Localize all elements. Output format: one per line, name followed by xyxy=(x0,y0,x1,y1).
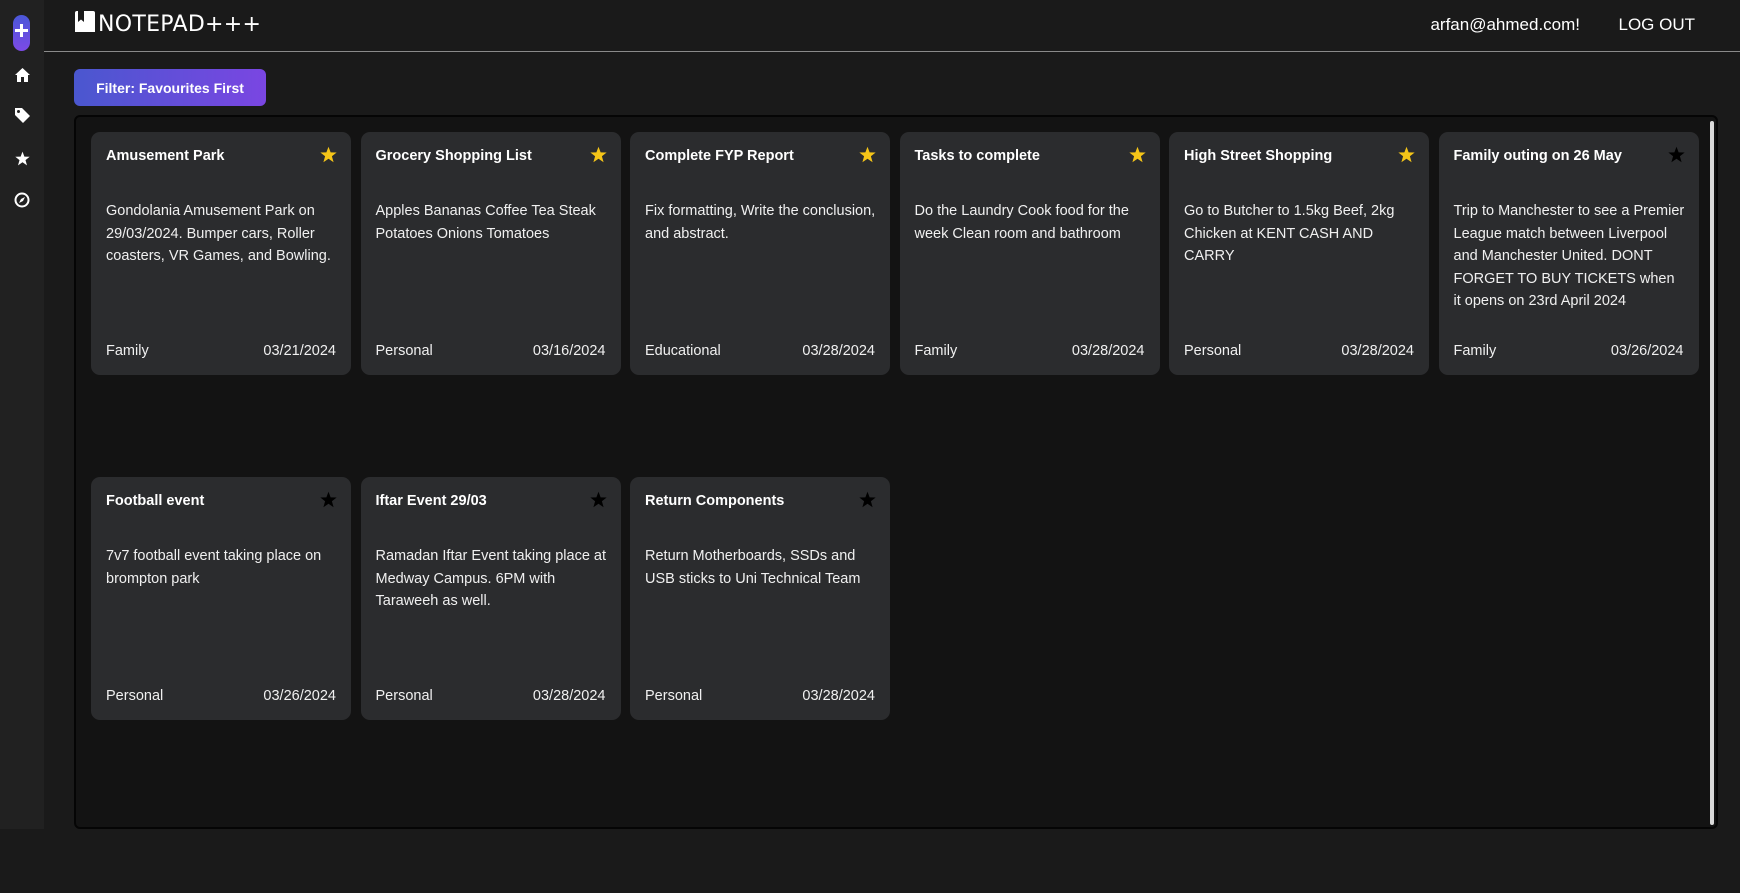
note-body: Fix formatting, Write the conclusion, an… xyxy=(645,203,876,242)
note-category: Educational xyxy=(645,343,721,359)
note-date: 03/21/2024 xyxy=(263,343,336,359)
home-icon[interactable] xyxy=(11,64,33,86)
notebook-icon xyxy=(74,10,96,39)
favourite-star-icon[interactable] xyxy=(859,491,876,508)
note-title: Iftar Event 29/03 xyxy=(375,493,487,509)
note-card[interactable]: High Street Shopping Go to Butcher to 1.5… xyxy=(1169,132,1429,375)
add-note-button[interactable] xyxy=(13,15,30,51)
note-title: Tasks to complete xyxy=(914,148,1040,164)
favourite-star-icon[interactable] xyxy=(1128,146,1146,163)
note-date: 03/28/2024 xyxy=(532,688,606,704)
note-category: Personal xyxy=(645,688,703,704)
note-title: Family outing on 26 May xyxy=(1453,148,1622,164)
notes-board: Amusement Park Gondolania Amusement Park … xyxy=(74,115,1718,829)
note-card[interactable]: Return Components Return Motherboards, SS… xyxy=(630,477,890,720)
note-category: Family xyxy=(914,343,958,359)
note-body: Apples Bananas Coffee Tea Steak Potatoes… xyxy=(375,203,596,242)
filter-button[interactable]: Filter: Favourites First xyxy=(74,69,266,106)
note-body: Go to Butcher to 1.5kg Beef, 2kg Chicken… xyxy=(1184,203,1395,264)
note-category: Personal xyxy=(106,688,164,704)
note-title: Football event xyxy=(106,493,205,509)
logout-button[interactable]: LOG OUT xyxy=(1618,15,1695,35)
note-date: 03/28/2024 xyxy=(802,688,875,704)
top-header: NOTEPAD+++ arfan@ahmed.com! LOG OUT xyxy=(44,0,1740,52)
scrollbar[interactable] xyxy=(1710,121,1714,825)
note-body: Ramadan Iftar Event taking place at Medw… xyxy=(375,548,607,609)
note-category: Family xyxy=(106,343,149,359)
user-email: arfan@ahmed.com! xyxy=(1430,15,1580,34)
note-category: Personal xyxy=(1184,343,1242,359)
note-date: 03/26/2024 xyxy=(263,688,336,704)
compass-icon[interactable] xyxy=(11,189,33,211)
favourite-star-icon[interactable] xyxy=(589,146,607,163)
app-name: NOTEPAD+++ xyxy=(98,11,262,37)
app-logo[interactable]: NOTEPAD+++ xyxy=(74,10,261,38)
note-card[interactable]: Complete FYP Report Fix formatting, Write… xyxy=(630,132,890,375)
sidebar xyxy=(0,0,44,829)
favourite-star-icon[interactable] xyxy=(859,146,876,163)
note-title: High Street Shopping xyxy=(1184,148,1333,164)
note-date: 03/28/2024 xyxy=(802,343,875,359)
tag-icon[interactable] xyxy=(11,104,33,126)
note-date: 03/16/2024 xyxy=(532,343,606,359)
note-body: Return Motherboards, SSDs and USB sticks… xyxy=(645,548,861,587)
favourite-star-icon[interactable] xyxy=(1667,146,1685,163)
favourite-star-icon[interactable] xyxy=(1398,146,1415,163)
note-date: 03/28/2024 xyxy=(1341,343,1414,359)
note-body: Do the Laundry Cook food for the week Cl… xyxy=(914,203,1129,242)
note-title: Amusement Park xyxy=(106,148,225,164)
note-date: 03/26/2024 xyxy=(1610,343,1684,359)
note-body: Gondolania Amusement Park on 29/03/2024.… xyxy=(106,203,331,264)
note-card[interactable]: Iftar Event 29/03 Ramadan Iftar Event tak… xyxy=(360,477,621,720)
note-card[interactable]: Tasks to complete Do the Laundry Cook foo… xyxy=(899,132,1160,375)
note-card[interactable]: Family outing on 26 May Trip to Mancheste… xyxy=(1438,132,1699,375)
favourite-star-icon[interactable] xyxy=(589,491,607,508)
favourite-star-icon[interactable] xyxy=(320,146,337,163)
note-date: 03/28/2024 xyxy=(1071,343,1145,359)
note-card[interactable]: Grocery Shopping List Apples Bananas Coff… xyxy=(360,132,621,375)
star-icon[interactable] xyxy=(11,147,33,169)
note-category: Personal xyxy=(375,688,433,704)
note-title: Return Components xyxy=(645,493,785,509)
note-card[interactable]: Amusement Park Gondolania Amusement Park … xyxy=(91,132,351,375)
note-title: Complete FYP Report xyxy=(645,148,794,164)
note-title: Grocery Shopping List xyxy=(375,148,532,164)
note-body: 7v7 football event taking place on bromp… xyxy=(106,548,322,587)
note-category: Personal xyxy=(375,343,433,359)
note-card[interactable]: Football event 7v7 football event taking … xyxy=(91,477,351,720)
plus-icon xyxy=(15,24,28,42)
favourite-star-icon[interactable] xyxy=(320,491,337,508)
note-category: Family xyxy=(1453,343,1497,359)
note-body: Trip to Manchester to see a Premier Leag… xyxy=(1453,203,1685,309)
